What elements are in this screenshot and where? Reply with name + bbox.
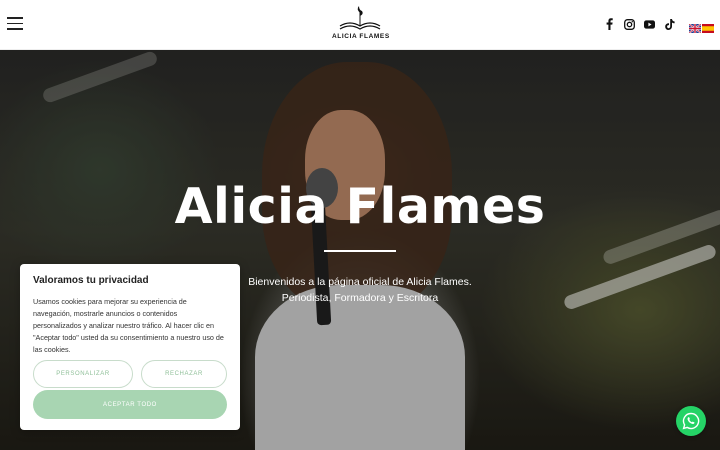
uk-flag-icon[interactable] (688, 20, 702, 34)
hero-subtitle-line-2: Periodista, Formadora y Escritora (281, 292, 439, 304)
logo-text: ALICIA FLAMES (332, 33, 390, 40)
hero-subtitle-line-1: Bienvenidos a la página oficial de Alici… (248, 276, 472, 288)
hero-divider (324, 250, 396, 252)
menu-icon[interactable] (7, 17, 23, 30)
reject-button[interactable]: RECHAZAR (141, 360, 227, 388)
instagram-icon[interactable] (624, 18, 635, 30)
tiktok-icon[interactable] (664, 18, 675, 30)
whatsapp-icon (682, 412, 700, 430)
site-header: ALICIA FLAMES (0, 0, 720, 50)
facebook-icon[interactable] (604, 18, 615, 30)
cookie-buttons: PERSONALIZAR RECHAZAR (33, 360, 227, 390)
customize-button[interactable]: PERSONALIZAR (33, 360, 133, 388)
site-logo[interactable]: ALICIA FLAMES (332, 6, 390, 46)
social-links (604, 18, 675, 30)
accept-all-button[interactable]: ACEPTAR TODO (33, 390, 227, 419)
whatsapp-button[interactable] (676, 406, 706, 436)
book-flame-icon (339, 6, 381, 30)
hero-title: Alicia Flames (174, 178, 546, 235)
cookie-text: Usamos cookies para mejorar su experienc… (33, 297, 224, 354)
cookie-title: Valoramos tu privacidad (33, 275, 149, 286)
hero-subtitle: Bienvenidos a la página oficial de Alici… (240, 274, 480, 306)
spain-flag-icon[interactable] (702, 20, 714, 33)
cookie-consent-banner: Valoramos tu privacidad Usamos cookies p… (20, 264, 240, 430)
language-switcher (688, 20, 714, 34)
youtube-icon[interactable] (644, 18, 655, 30)
